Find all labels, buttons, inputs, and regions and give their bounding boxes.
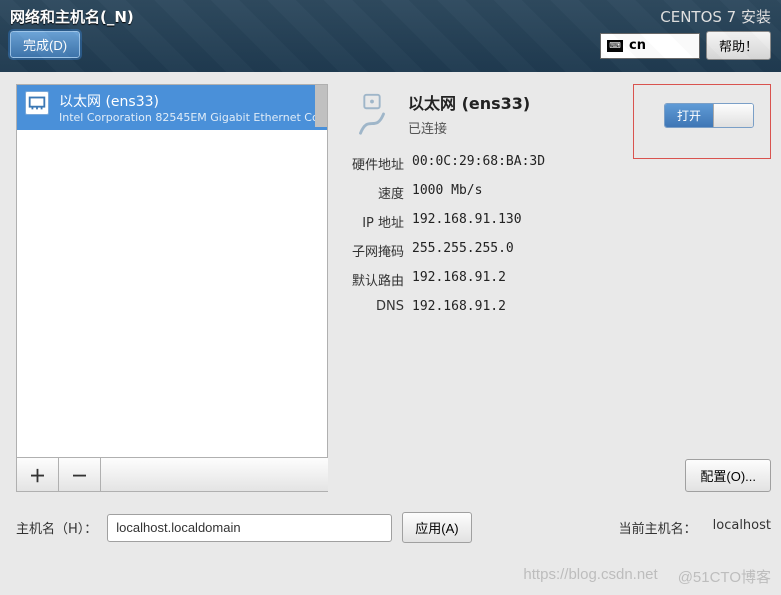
interface-item[interactable]: 以太网 (ens33) Intel Corporation 82545EM Gi… [17, 85, 327, 130]
toggle-highlight: 打开 [633, 84, 771, 159]
watermark: https://blog.csdn.net @51CTO博客 [523, 566, 771, 587]
detail-title: 以太网 (ens33) [408, 90, 530, 114]
apply-button[interactable]: 应用(A) [402, 512, 471, 543]
header: 网络和主机名(_N) 完成(D) CENTOS 7 安装 ⌨ cn 帮助！ [0, 0, 781, 72]
ip-label: IP 地址 [346, 212, 404, 231]
gw-label: 默认路由 [346, 270, 404, 289]
page-title: 网络和主机名(_N) [10, 6, 134, 27]
configure-button[interactable]: 配置(O)... [685, 459, 771, 492]
help-button[interactable]: 帮助！ [706, 31, 771, 60]
hw-label: 硬件地址 [346, 154, 404, 173]
speed-value: 1000 Mb/s [412, 183, 606, 202]
network-icon [346, 88, 398, 140]
gw-value: 192.168.91.2 [412, 270, 606, 289]
keyboard-icon: ⌨ [607, 40, 623, 52]
interface-name: 以太网 (ens33) [59, 91, 328, 111]
mask-value: 255.255.255.0 [412, 241, 606, 260]
keyboard-layout-label: cn [629, 38, 646, 53]
hostname-row: 主机名（H）： 应用(A) 当前主机名： localhost [16, 512, 771, 543]
detail-status: 已连接 [408, 118, 530, 137]
interface-list[interactable]: 以太网 (ens33) Intel Corporation 82545EM Gi… [16, 84, 328, 458]
add-button[interactable]: ＋ [17, 458, 59, 491]
install-label: CENTOS 7 安装 [660, 6, 771, 27]
interface-desc: Intel Corporation 82545EM Gigabit Ethern… [59, 111, 328, 124]
interface-list-buttons: ＋ － [16, 458, 328, 492]
keyboard-layout-selector[interactable]: ⌨ cn [600, 33, 700, 59]
detail-panel: 以太网 (ens33) 已连接 打开 硬件地址 00:0C:29:68:BA:3… [346, 84, 771, 492]
detail-info: 硬件地址 00:0C:29:68:BA:3D 速度 1000 Mb/s IP 地… [346, 154, 606, 314]
done-button[interactable]: 完成(D) [10, 31, 80, 58]
interface-panel: 以太网 (ens33) Intel Corporation 82545EM Gi… [16, 84, 328, 492]
scrollbar[interactable] [315, 85, 327, 127]
toggle-on-label: 打开 [665, 104, 713, 127]
hostname-label: 主机名（H）： [16, 518, 97, 537]
mask-label: 子网掩码 [346, 241, 404, 260]
current-hostname-label: 当前主机名： [619, 518, 697, 537]
remove-button[interactable]: － [59, 458, 101, 491]
connection-toggle[interactable]: 打开 [664, 103, 754, 128]
speed-label: 速度 [346, 183, 404, 202]
dns-label: DNS [346, 299, 404, 314]
hostname-input[interactable] [107, 514, 392, 542]
ip-value: 192.168.91.130 [412, 212, 606, 231]
dns-value: 192.168.91.2 [412, 299, 606, 314]
ethernet-icon [25, 91, 49, 115]
main-area: 以太网 (ens33) Intel Corporation 82545EM Gi… [0, 72, 781, 492]
current-hostname-value: localhost [713, 518, 771, 537]
watermark-left: https://blog.csdn.net [523, 566, 657, 587]
watermark-right: @51CTO博客 [678, 566, 771, 587]
button-spacer [101, 458, 328, 491]
hw-value: 00:0C:29:68:BA:3D [412, 154, 606, 173]
toggle-knob [713, 104, 753, 127]
